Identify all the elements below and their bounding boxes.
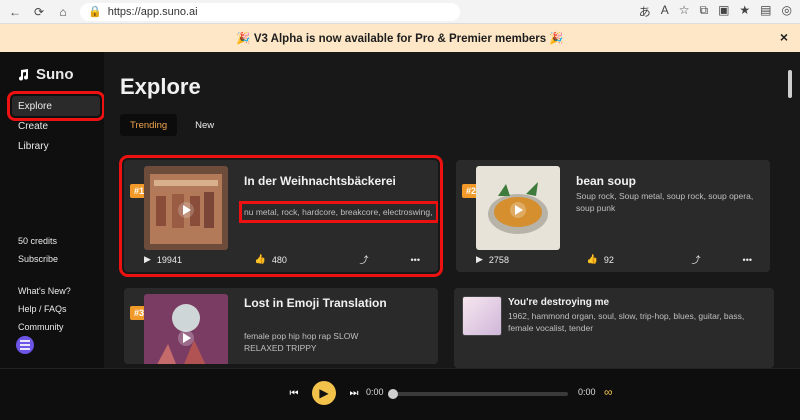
song-tags-line: RELAXED TRIPPY <box>244 343 317 353</box>
lock-icon: 🔒 <box>88 6 102 18</box>
music-note-icon <box>19 68 28 80</box>
scrollbar[interactable] <box>788 70 792 98</box>
sidebar-item-label: Explore <box>18 100 52 112</box>
extensions-icon[interactable]: ⧉ <box>699 3 708 20</box>
address-bar[interactable]: 🔒 https://app.suno.ai <box>80 2 460 21</box>
play-icon: ▶ <box>476 254 483 264</box>
like-count-value: 480 <box>271 254 287 265</box>
back-icon[interactable]: ← <box>8 5 22 19</box>
play-count[interactable]: ▶ 2758 <box>476 254 509 265</box>
song-title[interactable]: In der Weihnachtsbäckerei <box>244 172 424 190</box>
refresh-icon[interactable]: ⟳ <box>32 5 46 19</box>
duration-time: 0:00 <box>578 387 596 397</box>
next-track-button[interactable]: ⏭ <box>346 385 362 401</box>
user-avatar[interactable] <box>16 336 34 354</box>
play-button[interactable]: ▶ <box>312 381 336 405</box>
logo[interactable]: Suno <box>16 66 74 83</box>
play-count-value: 2758 <box>488 254 509 265</box>
song-card[interactable]: #1 In der Weihnachtsbäckerei nu metal, r… <box>119 155 443 277</box>
favorites-icon[interactable]: ★ <box>739 3 750 20</box>
url-text: https://app.suno.ai <box>107 5 198 18</box>
subscribe-link[interactable]: Subscribe <box>18 254 58 264</box>
song-thumbnail[interactable] <box>476 166 560 250</box>
sidebar-item-create[interactable]: Create <box>12 116 100 136</box>
song-stats: ▶ 2758 👍 92 ⤴ ••• <box>476 253 752 266</box>
song-card[interactable]: #3 Lost in Emoji Translation female pop … <box>124 288 438 364</box>
main-content: Explore Trending New #1 In der Weihnacht… <box>104 52 800 368</box>
progress-knob[interactable] <box>388 389 398 399</box>
share-icon[interactable]: ⤴ <box>692 253 701 266</box>
split-screen-icon[interactable]: ▣ <box>718 3 729 20</box>
page-title: Explore <box>120 74 201 99</box>
song-stats: ▶ 19941 👍 480 ⤴ ••• <box>144 253 420 266</box>
audio-player: ⏮ ▶ ⏭ 0:00 0:00 ∞ <box>0 368 800 420</box>
play-count[interactable]: ▶ 19941 <box>144 254 182 265</box>
star-icon[interactable]: ☆ <box>679 3 690 20</box>
song-card[interactable]: #2 bean soup Soup rock, Soup metal, soup… <box>456 160 770 272</box>
thumbs-up-icon: 👍 <box>254 254 266 264</box>
sidebar-item-label: Create <box>18 120 49 132</box>
song-tags: 1962, hammond organ, soul, slow, trip-ho… <box>508 311 745 333</box>
like-count[interactable]: 👍 480 <box>255 254 287 265</box>
tab-trending[interactable]: Trending <box>120 114 178 136</box>
copilot-icon[interactable]: ◎ <box>782 3 792 20</box>
translate-icon[interactable]: あ <box>639 3 651 20</box>
sidebar-item-explore[interactable]: Explore <box>7 91 105 121</box>
play-count-value: 19941 <box>156 254 182 265</box>
sidebar: Suno Explore Create Library 50 credits S… <box>0 52 105 368</box>
tab-new[interactable]: New <box>185 114 224 136</box>
banner-text: 🎉 V3 Alpha is now available for Pro & Pr… <box>236 33 564 45</box>
like-count[interactable]: 👍 92 <box>587 254 614 265</box>
song-tags: nu metal, rock, hardcore, breakcore, ele… <box>239 201 438 223</box>
community-link[interactable]: Community <box>18 322 64 332</box>
more-icon[interactable]: ••• <box>743 255 752 265</box>
share-icon[interactable]: ⤴ <box>360 253 369 266</box>
song-card[interactable]: You're destroying me 1962, hammond organ… <box>454 288 774 368</box>
thumbs-up-icon: 👍 <box>586 254 598 264</box>
logo-text: Suno <box>36 66 74 83</box>
browser-toolbar: ← ⟳ ⌂ 🔒 https://app.suno.ai あ A ☆ ⧉ ▣ ★ … <box>0 0 800 24</box>
like-count-value: 92 <box>603 254 614 265</box>
collections-icon[interactable]: ▤ <box>760 3 771 20</box>
grid-avatar-icon <box>20 340 30 350</box>
song-thumbnail[interactable] <box>144 294 228 364</box>
player-controls: ⏮ ▶ ⏭ <box>286 381 362 405</box>
previous-track-button[interactable]: ⏮ <box>286 385 302 401</box>
song-tags: female pop hip hop rap SLOW RELAXED TRIP… <box>244 330 434 354</box>
home-icon[interactable]: ⌂ <box>56 5 70 19</box>
sidebar-item-library[interactable]: Library <box>12 136 100 156</box>
play-icon: ▶ <box>144 254 151 264</box>
progress-bar[interactable] <box>388 389 568 399</box>
sidebar-item-label: Library <box>18 140 49 152</box>
song-tags-line: female pop hip hop rap SLOW <box>244 331 359 341</box>
song-tags: Soup rock, Soup metal, soup rock, soup o… <box>576 191 754 213</box>
credits-text: 50 credits <box>18 236 58 246</box>
more-icon[interactable]: ••• <box>411 255 420 265</box>
song-title[interactable]: Lost in Emoji Translation <box>244 294 424 312</box>
explore-tabs: Trending New <box>120 114 224 136</box>
current-time: 0:00 <box>366 387 384 397</box>
close-icon[interactable]: × <box>780 29 788 45</box>
song-thumbnail[interactable] <box>144 166 228 250</box>
announcement-banner: 🎉 V3 Alpha is now available for Pro & Pr… <box>0 24 800 52</box>
song-thumbnail[interactable] <box>462 296 502 336</box>
read-aloud-icon[interactable]: A <box>661 3 669 20</box>
help-faqs-link[interactable]: Help / FAQs <box>18 304 67 314</box>
song-title[interactable]: bean soup <box>576 172 756 190</box>
whats-new-link[interactable]: What's New? <box>18 286 71 296</box>
browser-right-icons: あ A ☆ ⧉ ▣ ★ ▤ ◎ <box>639 3 792 20</box>
loop-icon[interactable]: ∞ <box>604 385 613 399</box>
